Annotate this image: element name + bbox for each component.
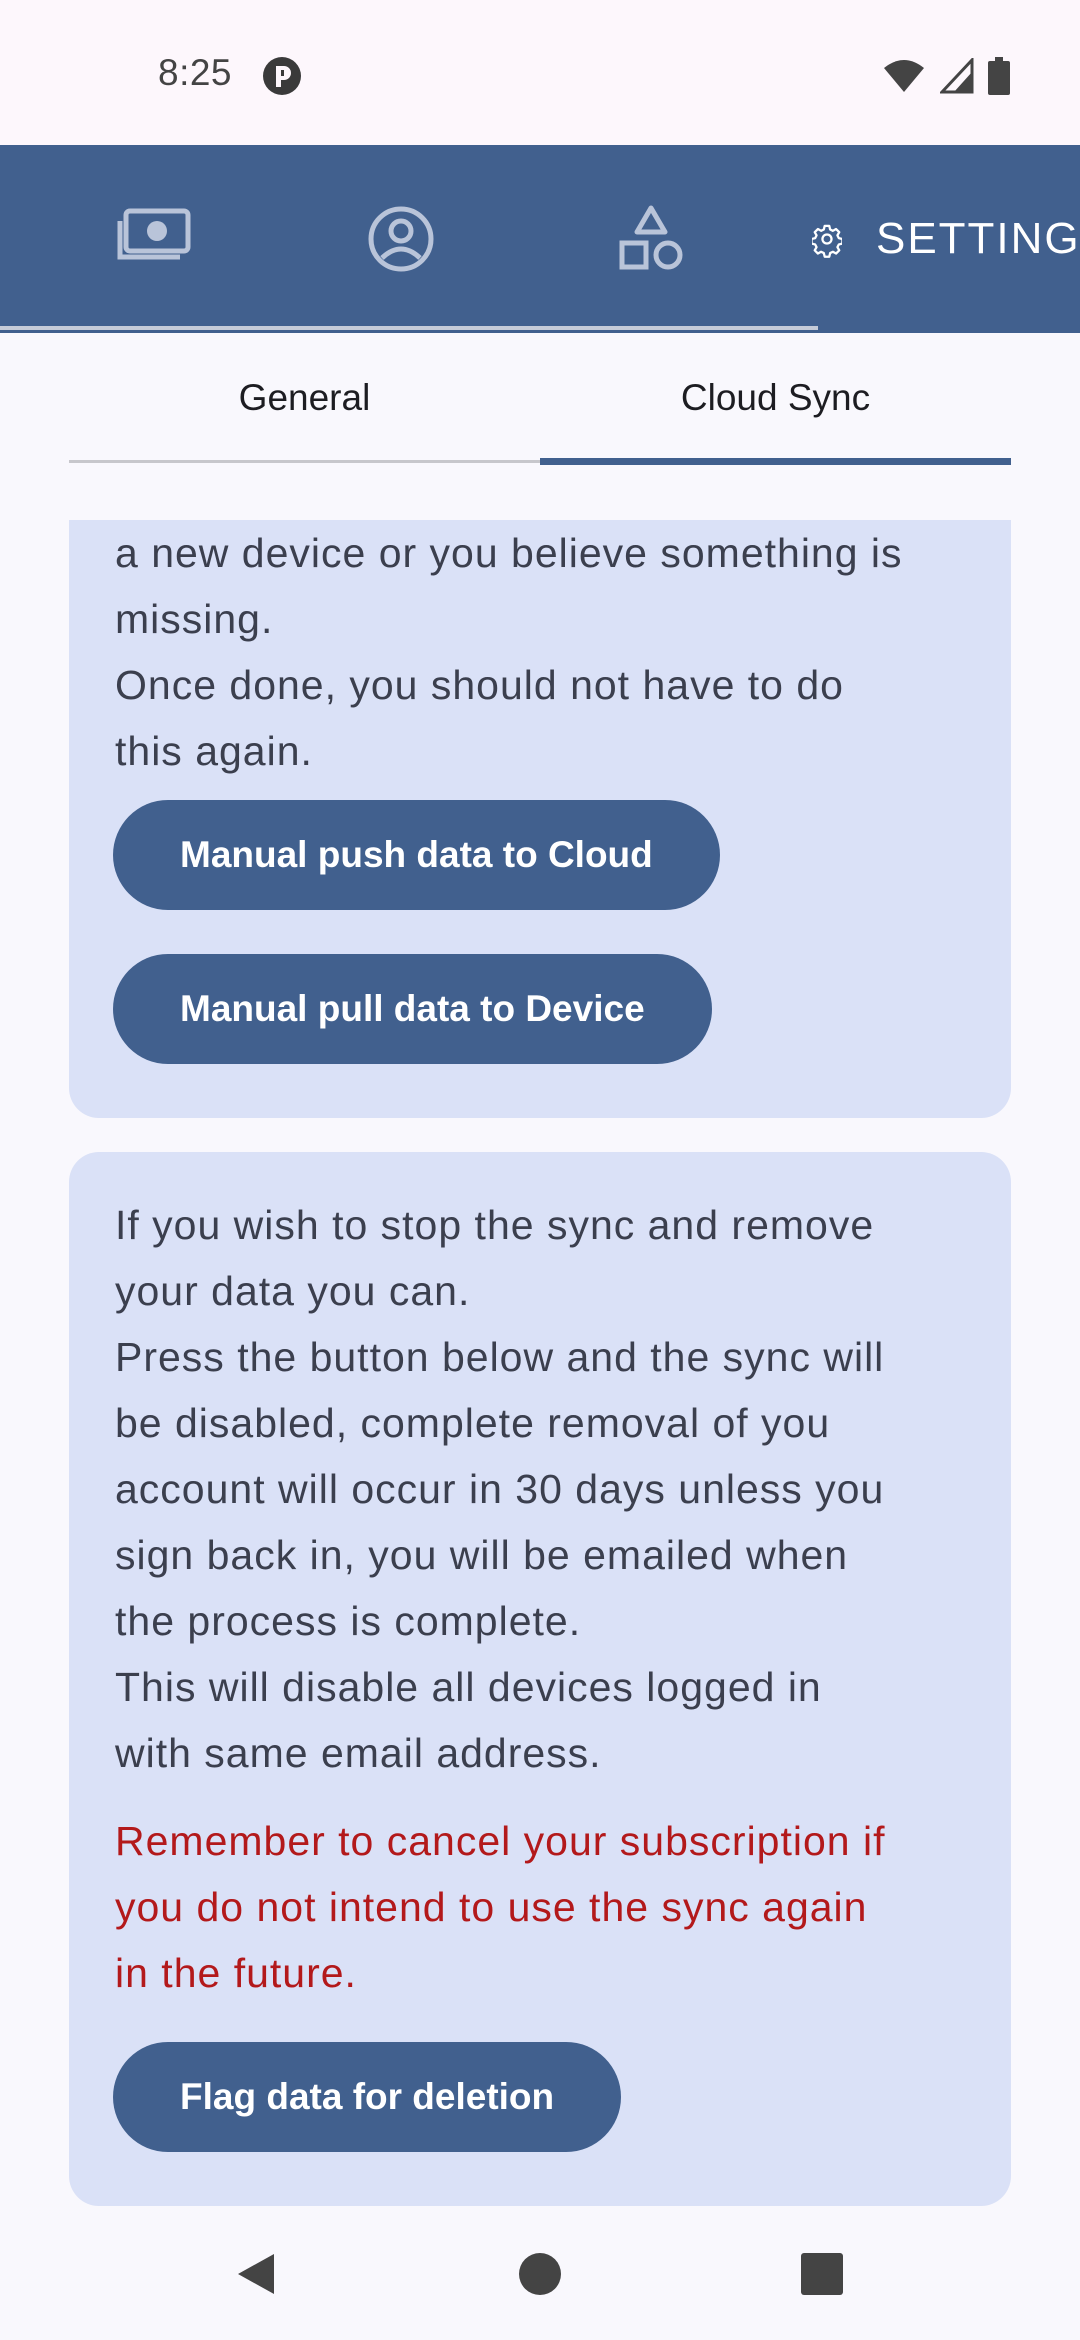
delete-data-card: If you wish to stop the sync and remove …	[69, 1152, 1011, 2206]
nav-tab-settings[interactable]: SETTINGS	[812, 145, 1080, 333]
manual-pull-button[interactable]: Manual pull data to Device	[113, 954, 712, 1064]
nav-tab-account[interactable]	[368, 145, 434, 333]
subscription-warning-line: you do not intend to use the sync again	[115, 1884, 868, 1930]
delete-text-line: sign back in, you will be emailed when	[115, 1532, 849, 1578]
recents-icon	[801, 2253, 843, 2295]
tab-cloud-sync[interactable]: Cloud Sync	[540, 333, 1011, 463]
delete-text-line: your data you can.	[115, 1268, 471, 1314]
account-icon	[368, 206, 434, 272]
delete-text-line: Press the button below and the sync will	[115, 1334, 885, 1380]
settings-tab-label: SETTINGS	[875, 214, 1080, 263]
delete-text-line: This will disable all devices logged in	[115, 1664, 822, 1710]
shapes-icon	[619, 205, 683, 270]
top-navigation-bar: SETTINGS	[0, 145, 1080, 333]
delete-text-line: the process is complete.	[115, 1598, 582, 1644]
app-notification-icon	[263, 57, 301, 95]
money-icon	[117, 208, 191, 260]
delete-text-line: account will occur in 30 days unless you	[115, 1466, 885, 1512]
flag-data-for-deletion-button[interactable]: Flag data for deletion	[113, 2042, 622, 2152]
back-button[interactable]	[196, 2208, 316, 2340]
nav-tab-shapes[interactable]	[618, 145, 684, 333]
status-bar: 8:25	[0, 0, 1080, 145]
delete-text-line: If you wish to stop the sync and remove	[115, 1202, 875, 1248]
nav-underline	[0, 326, 818, 330]
active-tab-indicator	[540, 458, 1011, 465]
gear-icon	[812, 224, 842, 258]
recents-button[interactable]	[762, 2208, 882, 2340]
subscription-warning-line: in the future.	[115, 1950, 357, 1996]
status-time: 8:25	[158, 52, 233, 93]
system-navigation-bar	[0, 2208, 1080, 2340]
home-icon	[519, 2253, 561, 2295]
home-button[interactable]	[480, 2208, 600, 2340]
sync-text-line: missing.	[115, 596, 274, 642]
delete-text-line: with same email address.	[115, 1730, 602, 1776]
status-icons	[882, 56, 1010, 96]
sync-text-line: Once done, you should not have to do	[115, 662, 844, 708]
settings-sub-tabs: General Cloud Sync	[69, 333, 1011, 465]
manual-push-button[interactable]: Manual push data to Cloud	[113, 800, 720, 910]
manual-sync-card: a new device or you believe something is…	[69, 520, 1011, 1118]
subscription-warning-line: Remember to cancel your subscription if	[115, 1818, 886, 1864]
delete-text-line: be disabled, complete removal of you	[115, 1400, 831, 1446]
tab-general[interactable]: General	[69, 333, 540, 463]
cloud-sync-content[interactable]: a new device or you believe something is…	[0, 520, 1080, 2208]
back-icon	[238, 2254, 274, 2294]
battery-icon	[988, 57, 1010, 95]
signal-icon	[940, 58, 974, 94]
wifi-icon	[884, 60, 924, 92]
sync-text-line: this again.	[115, 728, 313, 774]
nav-tab-money[interactable]	[116, 145, 192, 333]
sync-text-line: a new device or you believe something is	[115, 530, 903, 576]
